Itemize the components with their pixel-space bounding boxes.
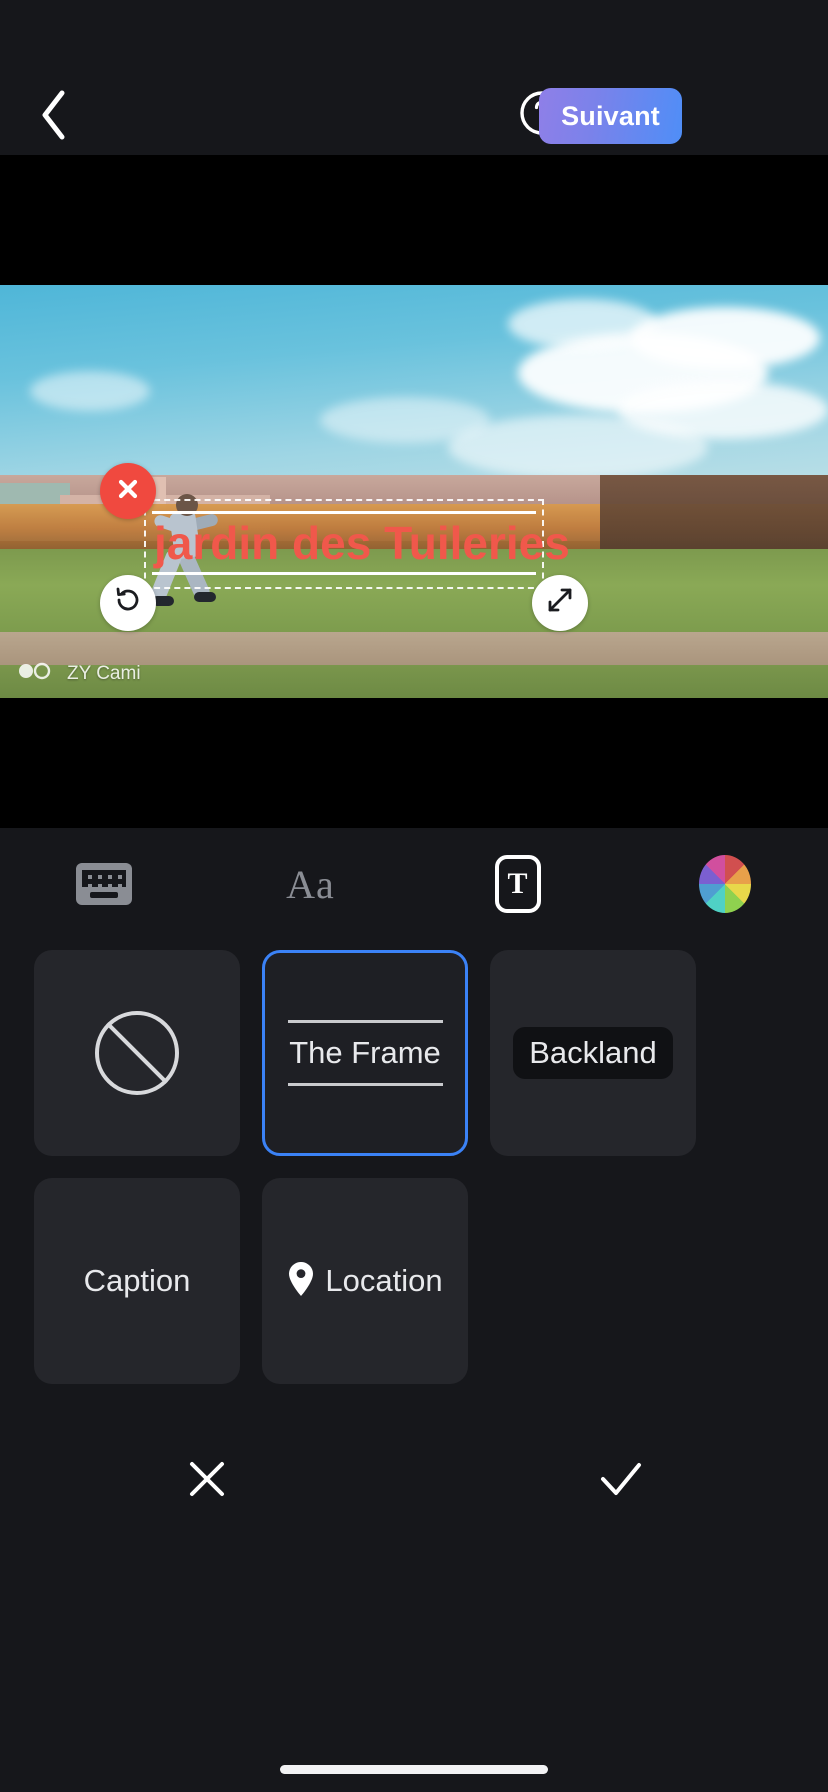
location-style-preview: Location — [287, 1261, 443, 1302]
style-card-caption[interactable]: Caption — [34, 1178, 240, 1384]
overlay-text-value[interactable]: jardin des Tuileries — [152, 514, 570, 572]
text-overlay[interactable]: jardin des Tuileries — [100, 463, 588, 631]
watermark-logo-icon — [16, 661, 60, 686]
home-indicator — [280, 1765, 548, 1774]
text-selection-box[interactable]: jardin des Tuileries — [100, 463, 588, 631]
frame-style-preview: The Frame — [287, 1020, 443, 1086]
confirm-bar — [0, 1406, 828, 1556]
style-options-grid: The Frame Backland Caption Location — [0, 932, 828, 1406]
frame-line-top — [287, 1020, 443, 1023]
next-button[interactable]: Suivant — [539, 88, 682, 144]
watermark: ZY Cami — [16, 661, 141, 686]
check-icon — [597, 1457, 645, 1506]
delete-text-handle[interactable] — [100, 463, 156, 519]
font-icon: Aa — [286, 861, 335, 907]
media-stage: ZY Cami jardin des Tuileries — [0, 155, 828, 828]
style-card-none[interactable] — [34, 950, 240, 1156]
rotate-text-handle[interactable] — [100, 574, 156, 631]
cancel-button[interactable] — [0, 1406, 414, 1556]
tool-font[interactable]: Aa — [207, 836, 414, 932]
style-card-backland[interactable]: Backland — [490, 950, 696, 1156]
cloud — [508, 299, 658, 349]
tool-keyboard[interactable] — [0, 836, 207, 932]
color-wheel-icon — [698, 855, 751, 913]
style-card-the-frame[interactable]: The Frame — [262, 950, 468, 1156]
rotate-ccw-icon — [113, 585, 143, 620]
style-row-1: The Frame Backland — [34, 950, 794, 1156]
chevron-left-icon — [38, 89, 68, 141]
style-card-label: Caption — [83, 1263, 191, 1298]
back-button[interactable] — [20, 82, 86, 148]
cloud — [448, 415, 708, 479]
tool-text-style[interactable]: T — [414, 836, 621, 932]
style-card-label: Backland — [529, 1035, 657, 1070]
accept-button[interactable] — [414, 1406, 828, 1556]
style-card-location[interactable]: Location — [262, 1178, 468, 1384]
backland-style-preview: Backland — [513, 1027, 673, 1079]
location-pin-icon — [287, 1261, 315, 1302]
frame-line-bottom — [152, 571, 536, 575]
close-icon — [185, 1457, 229, 1506]
resize-diagonal-icon — [545, 585, 575, 620]
text-tool-row: Aa T — [0, 836, 828, 932]
watermark-label: ZY Cami — [67, 662, 141, 684]
style-row-2: Caption Location — [34, 1178, 794, 1384]
editor-panel: Aa T The Frame Backland Caption Location — [0, 828, 828, 1792]
video-preview[interactable]: ZY Cami jardin des Tuileries — [0, 285, 828, 698]
text-box-icon: T — [494, 855, 541, 913]
keyboard-icon — [75, 863, 132, 905]
style-card-label: The Frame — [289, 1035, 441, 1070]
top-bar: Suivant — [0, 0, 828, 155]
video-story-editor: Suivant ZY Cami jardin des Tuileries Aa … — [0, 0, 828, 1792]
frame-line-bottom — [287, 1083, 443, 1086]
resize-text-handle[interactable] — [532, 574, 588, 631]
no-style-icon — [95, 1011, 179, 1095]
close-circle-icon — [114, 475, 142, 508]
tool-color[interactable] — [621, 836, 828, 932]
cloud — [30, 371, 150, 411]
style-card-label: Location — [325, 1263, 443, 1298]
